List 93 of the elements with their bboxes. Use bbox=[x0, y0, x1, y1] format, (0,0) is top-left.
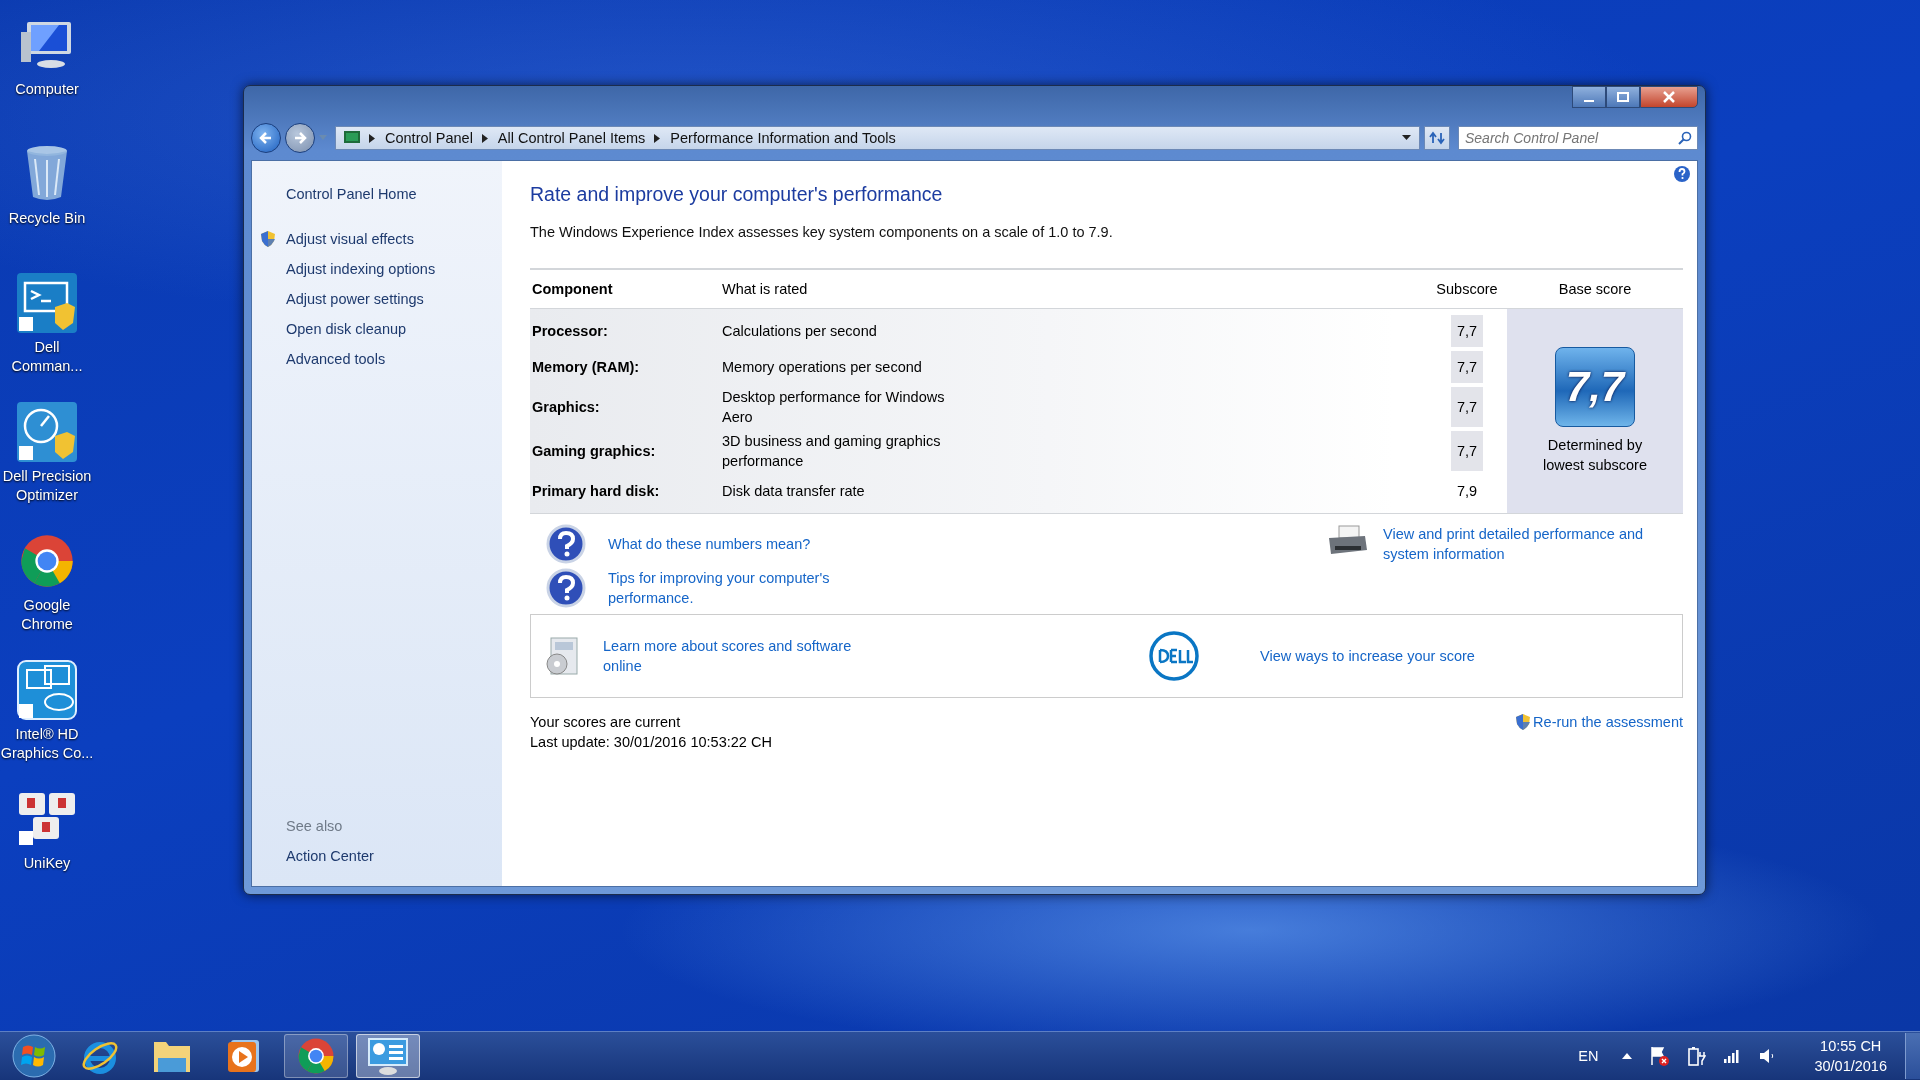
table-cell-text: Processor: bbox=[531, 323, 609, 339]
sidebar-link[interactable]: Open disk cleanup bbox=[286, 321, 407, 337]
help-icon[interactable] bbox=[1673, 165, 1691, 183]
dropdown-icon[interactable] bbox=[1402, 135, 1411, 141]
battery-plug-icon[interactable] bbox=[1688, 1046, 1707, 1066]
terminal-icon bbox=[17, 273, 77, 333]
desktop-icon-label[interactable]: Intel® HD Graphics Co... bbox=[0, 725, 94, 763]
chrome-icon bbox=[19, 533, 75, 589]
desktop-icon-label[interactable]: UniKey bbox=[23, 854, 71, 873]
subscore-cell: 7,7 bbox=[1451, 387, 1483, 427]
intel-icon bbox=[17, 660, 77, 720]
sidebar-link[interactable]: Adjust power settings bbox=[286, 291, 424, 307]
close-button[interactable] bbox=[1640, 86, 1698, 108]
table-cell-text: Primary hard disk: bbox=[531, 483, 661, 499]
refresh-button[interactable] bbox=[1424, 126, 1450, 150]
subscore-cell: 7,7 bbox=[1451, 351, 1483, 383]
back-button[interactable] bbox=[251, 123, 281, 153]
column-header: Component bbox=[531, 281, 614, 297]
subscore-cell: 7,7 bbox=[1451, 315, 1483, 347]
chevron-icon[interactable] bbox=[369, 133, 376, 143]
keyboard-keys-icon bbox=[17, 791, 77, 847]
table-cell-text: Graphics: bbox=[531, 399, 601, 415]
maximize-button[interactable] bbox=[1606, 86, 1640, 108]
address-bar[interactable]: Control Panel All Control Panel Items Performance Information and Tools bbox=[335, 126, 1420, 150]
media-player-icon bbox=[227, 1038, 261, 1074]
breadcrumb-item[interactable]: Control Panel bbox=[385, 130, 473, 146]
minimize-icon bbox=[1584, 100, 1594, 102]
language-indicator[interactable]: EN bbox=[1578, 1048, 1599, 1064]
desktop-icon-label[interactable]: Dell Comman... bbox=[0, 338, 94, 376]
control-panel-icon bbox=[367, 1037, 409, 1075]
sidebar-link[interactable]: Action Center bbox=[286, 848, 502, 864]
help-link[interactable]: Tips for improving your computer's performance. bbox=[608, 568, 868, 608]
status-text: Last update: 30/01/2016 10:53:22 CH bbox=[530, 733, 772, 752]
search-field[interactable]: Search Control Panel bbox=[1458, 126, 1698, 150]
chrome-icon bbox=[297, 1037, 335, 1075]
show-desktop-button[interactable] bbox=[1905, 1033, 1920, 1079]
chevron-icon[interactable] bbox=[481, 133, 489, 143]
subscore-cell: 7,7 bbox=[1451, 431, 1483, 471]
shield-icon bbox=[1515, 713, 1532, 731]
column-header: What is rated bbox=[722, 281, 809, 297]
increase-score-link[interactable]: View ways to increase your score bbox=[1260, 646, 1475, 666]
search-icon bbox=[1678, 131, 1692, 145]
table-cell-text: Memory (RAM): bbox=[531, 359, 641, 375]
table-cell-text: Calculations per second bbox=[722, 322, 877, 341]
dell-logo-icon bbox=[1148, 630, 1200, 682]
intro-text: The Windows Experience Index assesses key system components on a scale of 1.0 to 7.9. bbox=[530, 224, 1114, 240]
taskbar-button[interactable] bbox=[284, 1034, 348, 1078]
help-link[interactable]: What do these numbers mean? bbox=[608, 534, 868, 554]
forward-button[interactable] bbox=[285, 123, 315, 153]
maximize-icon bbox=[1617, 92, 1629, 102]
desktop-icon-label[interactable]: Computer bbox=[15, 80, 79, 99]
forward-arrow-icon bbox=[293, 131, 307, 145]
see-also-heading: See also bbox=[286, 818, 344, 834]
column-header: Base score bbox=[1557, 281, 1633, 297]
column-header: Subscore bbox=[1435, 281, 1499, 297]
recycle-bin-icon bbox=[25, 145, 69, 203]
rerun-link[interactable]: Re-run the assessment bbox=[1533, 712, 1683, 732]
windows-logo-icon bbox=[12, 1034, 56, 1078]
score-badge: 7,7 bbox=[1555, 347, 1635, 427]
page-heading: Rate and improve your computer's performance bbox=[530, 183, 944, 206]
back-arrow-icon bbox=[259, 131, 273, 145]
sidebar-link[interactable]: Advanced tools bbox=[286, 351, 386, 367]
sidebar-link[interactable]: Adjust visual effects bbox=[286, 231, 414, 247]
refresh-icon bbox=[1429, 131, 1445, 145]
desktop-icon-label[interactable]: Google Chrome bbox=[0, 596, 94, 634]
minimize-button[interactable] bbox=[1572, 86, 1606, 108]
table-cell-text: Disk data transfer rate bbox=[722, 482, 865, 501]
desktop-icon-label[interactable]: Dell Precision Optimizer bbox=[0, 467, 94, 505]
chevron-icon[interactable] bbox=[654, 133, 662, 143]
show-hidden-icons-icon[interactable] bbox=[1622, 1053, 1633, 1059]
help-icon bbox=[546, 524, 586, 564]
signal-icon[interactable] bbox=[1724, 1049, 1741, 1063]
table-cell-text: Memory operations per second bbox=[722, 358, 922, 377]
print-link[interactable]: View and print detailed performance and system information bbox=[1383, 524, 1683, 564]
breadcrumb-item[interactable]: Performance Information and Tools bbox=[670, 130, 896, 146]
sidebar-link[interactable]: Adjust indexing options bbox=[286, 261, 436, 277]
desktop-icon-label[interactable]: Recycle Bin bbox=[8, 209, 86, 228]
status-text: Your scores are current bbox=[530, 713, 682, 732]
sidebar-link[interactable]: Control Panel Home bbox=[286, 186, 417, 202]
close-icon bbox=[1662, 91, 1676, 103]
learn-more-link[interactable]: Learn more about scores and software online bbox=[603, 636, 873, 676]
clock[interactable]: 10:55 CH 30/01/2016 bbox=[1814, 1036, 1887, 1076]
shield-icon bbox=[260, 230, 276, 248]
breadcrumb-item[interactable]: All Control Panel Items bbox=[497, 130, 646, 146]
table-cell-text: 3D business and gaming graphics performance bbox=[722, 432, 942, 471]
flag-icon[interactable] bbox=[1650, 1046, 1671, 1066]
table-cell-text: Gaming graphics: bbox=[531, 443, 657, 459]
gauge-icon bbox=[17, 402, 77, 462]
subscore-cell-text: 7,9 bbox=[1455, 482, 1479, 501]
control-panel-icon bbox=[344, 131, 360, 145]
table-cell-text: Desktop performance for Windows Aero bbox=[722, 388, 946, 427]
help-icon bbox=[546, 568, 586, 608]
base-score-caption: Determined by lowest subscore bbox=[1542, 436, 1648, 475]
